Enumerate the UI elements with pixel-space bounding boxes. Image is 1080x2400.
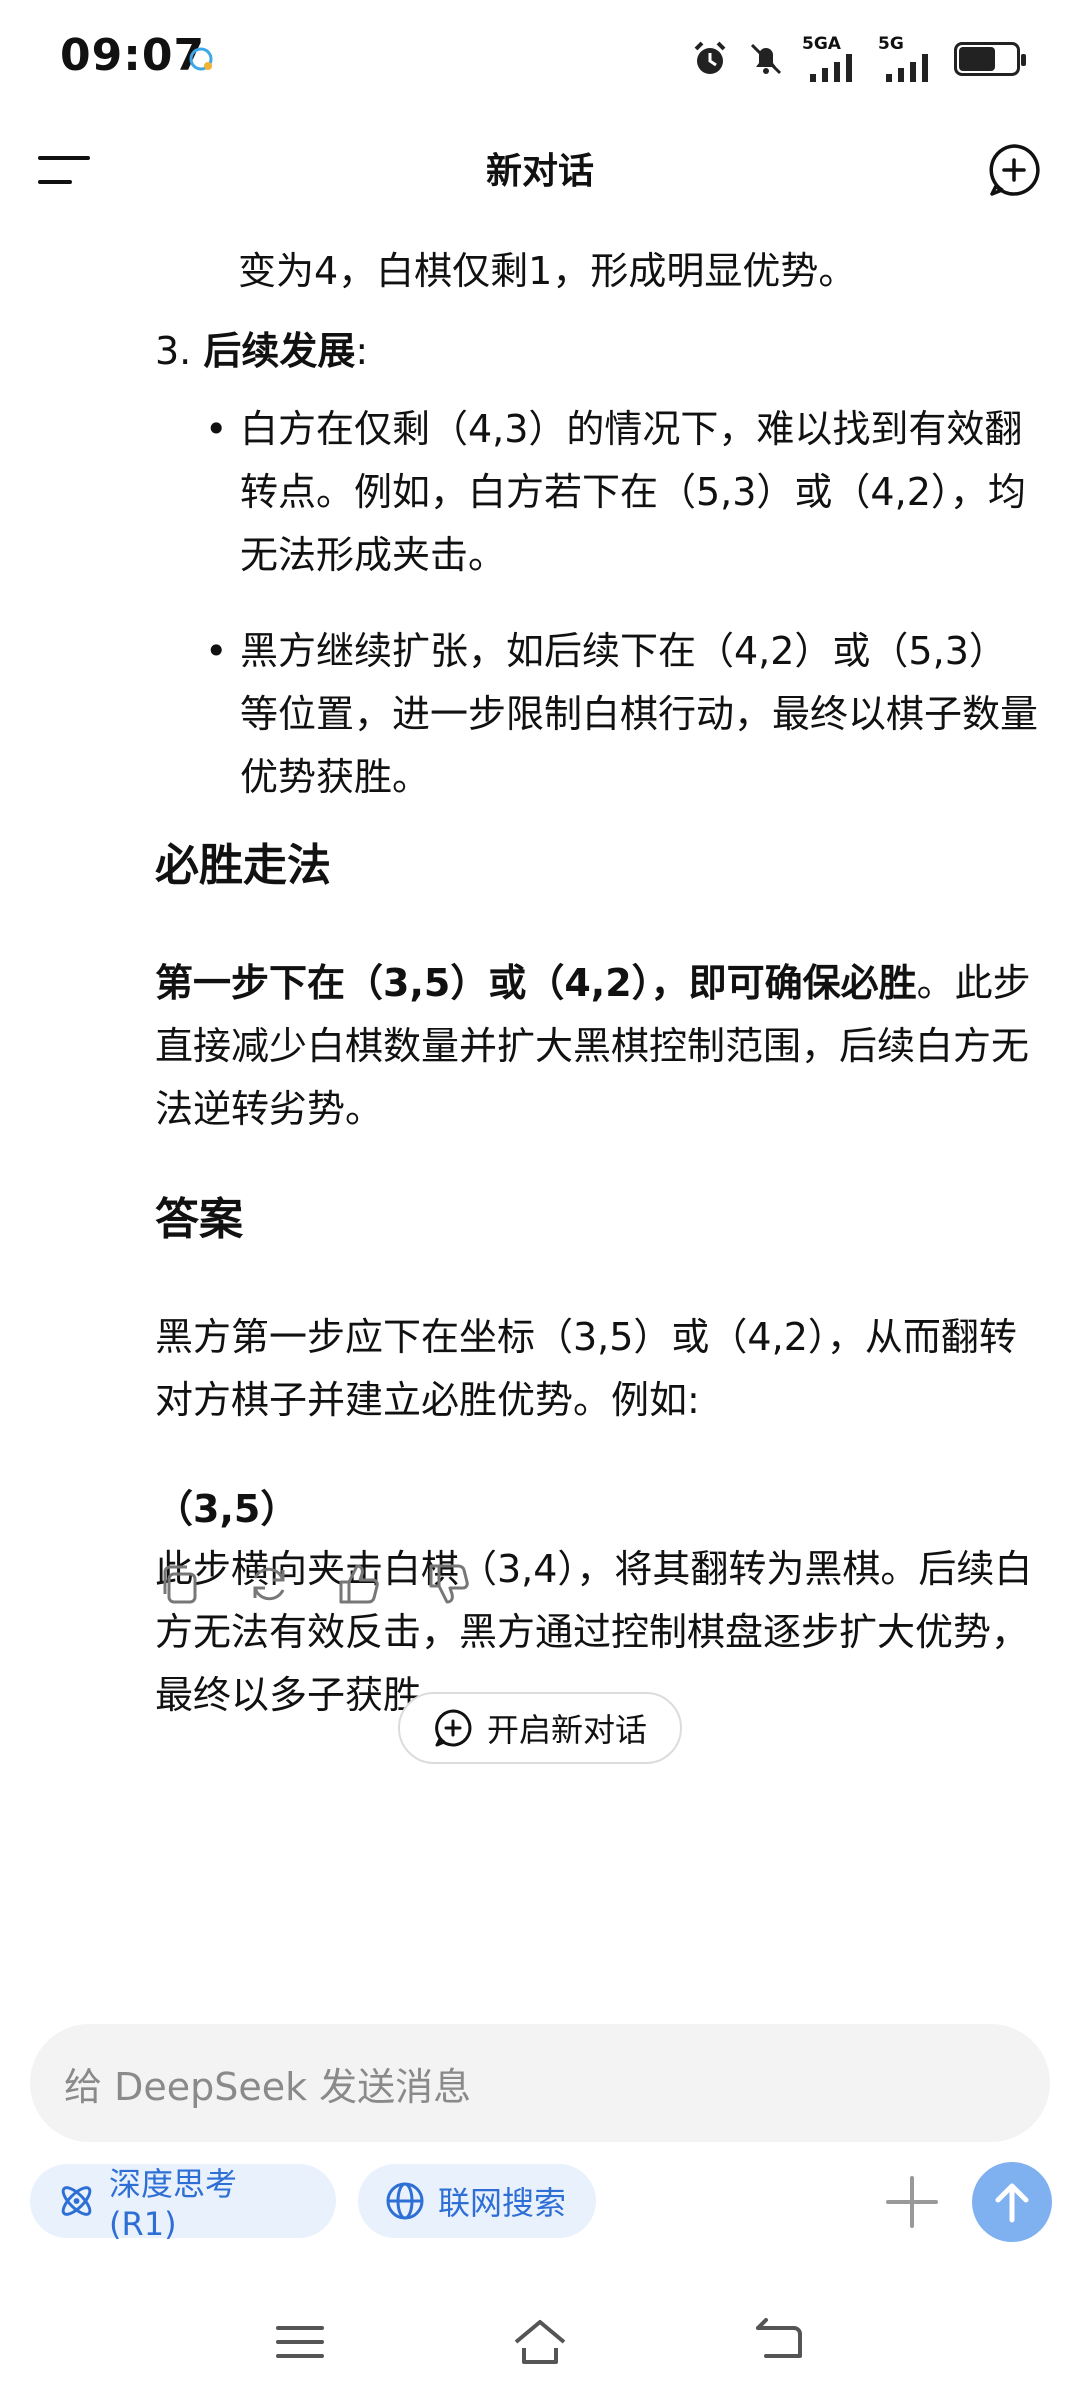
arrow-up-icon <box>995 2183 1029 2223</box>
thumbs-up-icon[interactable] <box>335 1560 383 1608</box>
web-search-toggle[interactable]: 联网搜索 <box>358 2164 596 2238</box>
answer-paragraph: 黑方第一步应下在坐标（3,5）或（4,2），从而翻转对方棋子并建立必胜优势。例如… <box>155 1315 1017 1422</box>
message-continued-line: 变为4，白棋仅剩1，形成明显优势。 <box>238 249 857 293</box>
bullet-text: 黑方继续扩张，如后续下在（4,2）或（5,3）等位置，进一步限制白棋行动，最终以… <box>240 629 1039 799</box>
start-new-chat-button[interactable]: 开启新对话 <box>398 1692 682 1764</box>
status-time: 09:07 <box>60 30 206 81</box>
system-nav-bar <box>0 2290 1080 2400</box>
atom-icon <box>61 2186 92 2216</box>
home-icon[interactable] <box>510 2312 570 2372</box>
heading-answer: 答案 <box>155 1194 243 1245</box>
list-item-title: 后续发展 <box>203 329 356 373</box>
back-icon[interactable] <box>748 2312 808 2372</box>
signal-icon <box>810 54 852 82</box>
globe-icon <box>386 2182 424 2220</box>
message-actions <box>155 1560 473 1616</box>
deep-think-toggle[interactable]: 深度思考 (R1) <box>30 2164 336 2243</box>
bullet-text: 白方在仅剩（4,3）的情况下，难以找到有效翻转点。例如，白方若下在（5,3）或（… <box>240 407 1026 577</box>
heading-winning-move: 必胜走法 <box>155 840 331 891</box>
network-label: 5GA <box>802 34 841 54</box>
copy-icon[interactable] <box>155 1560 203 1608</box>
signal-icon <box>886 54 928 82</box>
start-new-chat-label: 开启新对话 <box>486 1711 647 1749</box>
page-title: 新对话 <box>485 151 594 192</box>
list-item-colon: : <box>355 329 369 373</box>
add-attachment-icon[interactable] <box>882 2172 942 2232</box>
list-item-3: 3. 后续发展: <box>155 320 368 383</box>
input-placeholder: 给 DeepSeek 发送消息 <box>64 2064 472 2109</box>
signal-5g: 5G <box>878 34 938 82</box>
status-bar: 09:07 5GA 5G <box>0 0 1080 120</box>
deep-think-label: 深度思考 (R1) <box>109 2165 238 2243</box>
move-label: （3,5） <box>155 1487 299 1531</box>
status-icons: 5GA 5G <box>690 34 1026 84</box>
alarm-icon <box>694 41 726 74</box>
list-number: 3. <box>155 329 192 373</box>
send-button[interactable] <box>972 2162 1052 2242</box>
regenerate-icon[interactable] <box>245 1560 293 1608</box>
mute-icon <box>750 43 782 75</box>
winning-bold-text: 第一步下在（3,5）或（4,2），即可确保必胜 <box>155 961 917 1005</box>
network-label: 5G <box>878 34 904 54</box>
web-search-label: 联网搜索 <box>438 2184 567 2222</box>
new-chat-icon <box>435 1709 472 1747</box>
battery-icon <box>954 42 1026 76</box>
message-input[interactable]: 给 DeepSeek 发送消息 <box>30 2024 1050 2142</box>
recents-menu-icon[interactable] <box>270 2312 330 2372</box>
new-chat-icon[interactable] <box>986 142 1042 198</box>
cloud-badge-icon <box>189 47 213 71</box>
top-nav: 新对话 <box>0 120 1080 220</box>
signal-5ga: 5GA <box>802 34 862 82</box>
thumbs-down-icon[interactable] <box>425 1560 473 1608</box>
winning-paragraph: 第一步下在（3,5）或（4,2），即可确保必胜。此步直接减少白棋数量并扩大黑棋控… <box>155 952 1035 1141</box>
